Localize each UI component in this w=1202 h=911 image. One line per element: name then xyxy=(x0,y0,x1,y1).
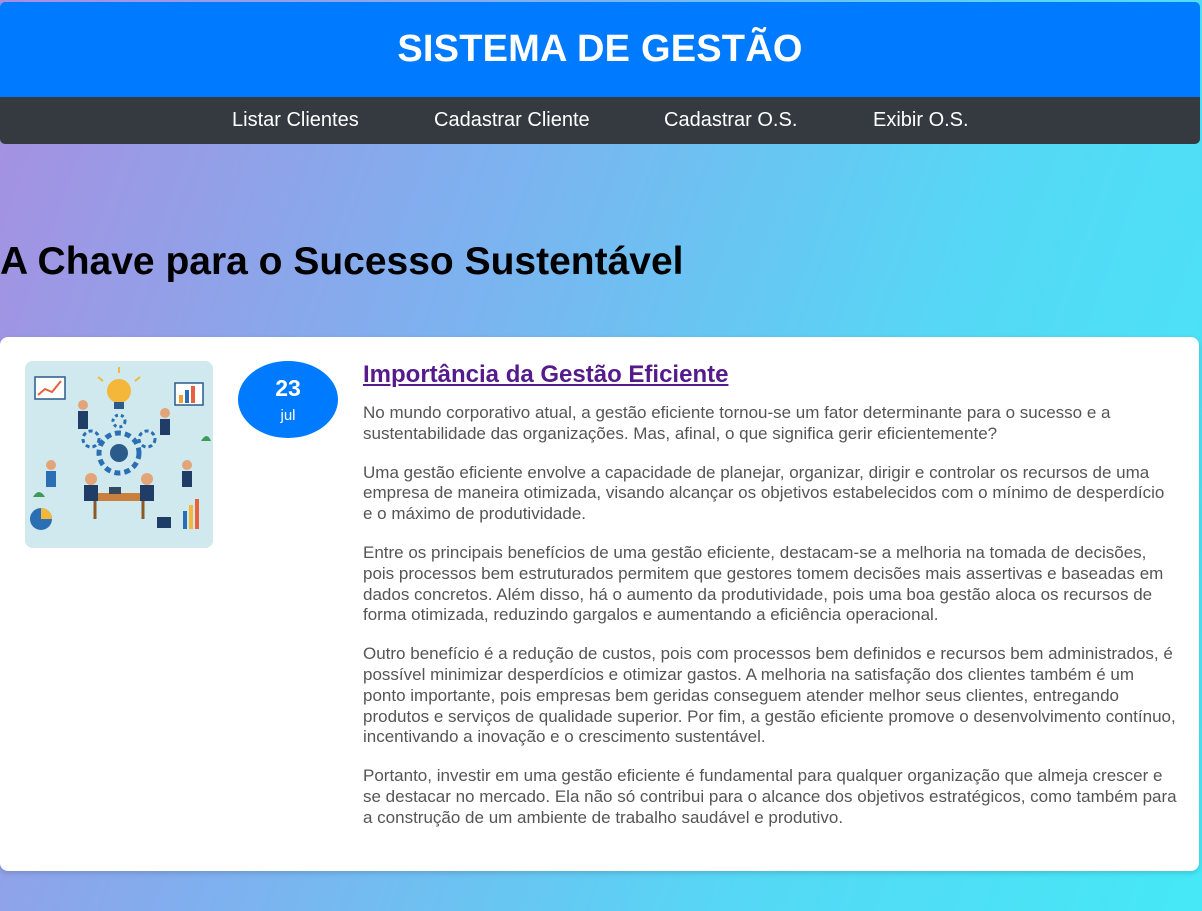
page-heading: A Chave para o Sucesso Sustentável xyxy=(0,240,684,283)
site-title: SISTEMA DE GESTÃO xyxy=(397,28,803,70)
main-nav: Listar Clientes Cadastrar Cliente Cadast… xyxy=(0,97,1200,144)
post-date-day: 23 xyxy=(275,375,301,401)
business-management-illustration-icon xyxy=(25,361,213,548)
post-paragraph: Entre os principais benefícios de uma ge… xyxy=(363,542,1164,625)
post-paragraph: Uma gestão eficiente envolve a capacidad… xyxy=(363,462,1165,524)
site-header: SISTEMA DE GESTÃO xyxy=(0,2,1200,97)
post-paragraph: No mundo corporativo atual, a gestão efi… xyxy=(363,403,1111,443)
post-card: 23 jul Importância da Gestão Eficiente N… xyxy=(0,337,1199,871)
post-paragraph: Portanto, investir em uma gestão eficien… xyxy=(363,766,1177,827)
nav-cadastrar-os[interactable]: Cadastrar O.S. xyxy=(664,97,797,144)
post-content: Importância da Gestão Eficiente No mundo… xyxy=(363,361,1178,847)
post-title-link[interactable]: Importância da Gestão Eficiente xyxy=(363,361,728,389)
post-date-badge: 23 jul xyxy=(238,361,338,438)
post-date-month: jul xyxy=(280,407,296,424)
nav-listar-clientes[interactable]: Listar Clientes xyxy=(232,97,359,144)
nav-cadastrar-cliente[interactable]: Cadastrar Cliente xyxy=(434,97,590,144)
nav-exibir-os[interactable]: Exibir O.S. xyxy=(873,97,969,144)
post-paragraph: Outro benefício é a redução de custos, p… xyxy=(363,644,1176,747)
